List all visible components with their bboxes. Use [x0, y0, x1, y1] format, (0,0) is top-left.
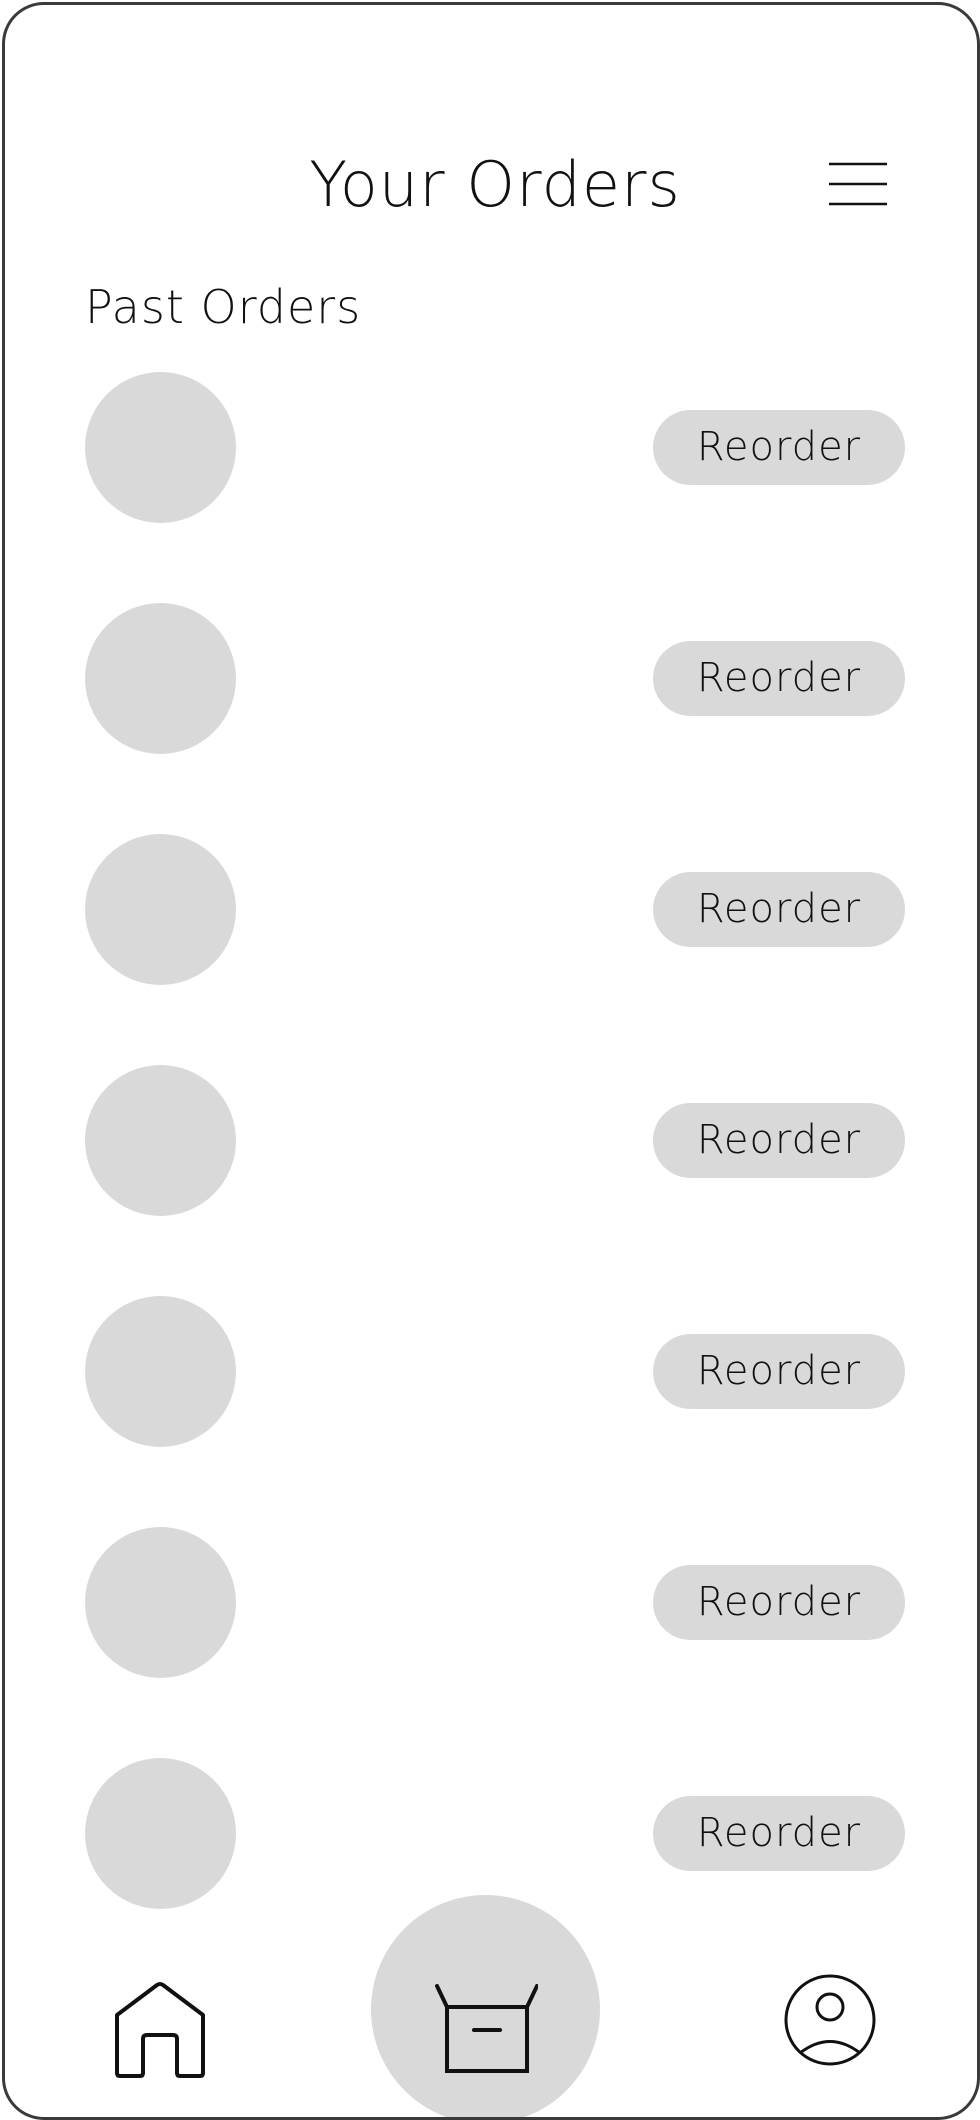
order-row: Reorder [5, 834, 977, 1065]
bottom-nav [5, 1885, 977, 2117]
reorder-button[interactable]: Reorder [653, 410, 905, 485]
order-row: Reorder [5, 1296, 977, 1527]
order-row: Reorder [5, 372, 977, 603]
reorder-button[interactable]: Reorder [653, 641, 905, 716]
order-thumbnail [85, 603, 236, 754]
order-thumbnail [85, 1296, 236, 1447]
reorder-button[interactable]: Reorder [653, 1565, 905, 1640]
reorder-button[interactable]: Reorder [653, 1334, 905, 1409]
nav-profile-button[interactable] [783, 1973, 877, 2067]
order-thumbnail [85, 1065, 236, 1216]
nav-orders-button[interactable] [371, 1895, 600, 2117]
order-row: Reorder [5, 603, 977, 834]
reorder-button[interactable]: Reorder [653, 872, 905, 947]
order-thumbnail [85, 1527, 236, 1678]
past-orders-heading: Past Orders [85, 280, 362, 334]
order-thumbnail [85, 372, 236, 523]
hamburger-menu-icon [829, 162, 887, 206]
order-thumbnail [85, 834, 236, 985]
phone-frame: Your Orders Past Orders Reorder Reorder … [2, 2, 980, 2120]
order-row: Reorder [5, 1527, 977, 1758]
nav-home-button[interactable] [113, 1975, 207, 2079]
order-row: Reorder [5, 1065, 977, 1296]
box-icon [435, 1984, 538, 2073]
orders-list: Reorder Reorder Reorder Reorder Reorder … [5, 372, 977, 1989]
menu-button[interactable] [825, 160, 891, 210]
home-icon [115, 1982, 205, 2078]
reorder-button[interactable]: Reorder [653, 1103, 905, 1178]
reorder-button[interactable]: Reorder [653, 1796, 905, 1871]
profile-icon [784, 1974, 876, 2066]
